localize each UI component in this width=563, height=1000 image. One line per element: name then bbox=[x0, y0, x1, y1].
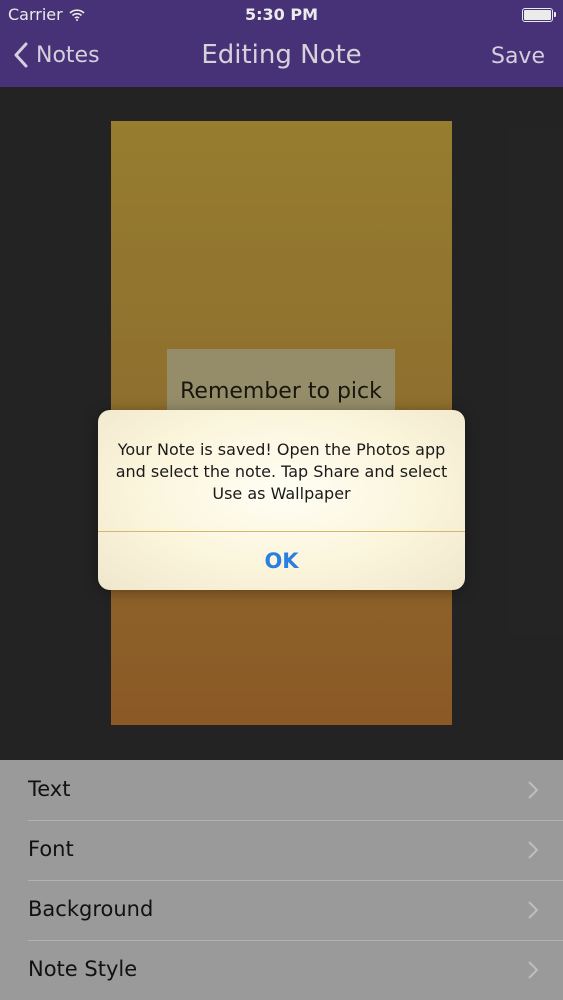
save-alert-dialog: Your Note is saved! Open the Photos app … bbox=[98, 410, 465, 590]
status-time: 5:30 PM bbox=[244, 5, 318, 24]
note-text: Remember to pick bbox=[180, 379, 382, 404]
chevron-right-icon bbox=[528, 901, 539, 919]
chevron-right-icon bbox=[528, 961, 539, 979]
save-button[interactable]: Save bbox=[491, 44, 545, 69]
ok-button[interactable]: OK bbox=[98, 532, 465, 590]
settings-row-label: Note Style bbox=[28, 957, 138, 981]
settings-row-background[interactable]: Background bbox=[0, 880, 563, 940]
note-text-box: Remember to pick bbox=[167, 349, 395, 411]
settings-row-label: Font bbox=[28, 837, 74, 861]
settings-row-text[interactable]: Text bbox=[0, 760, 563, 820]
navigation-bar: Notes Editing Note Save bbox=[0, 30, 563, 87]
chevron-right-icon bbox=[528, 841, 539, 859]
settings-row-label: Text bbox=[28, 777, 71, 801]
status-bar: Carrier 5:30 PM bbox=[0, 0, 563, 30]
settings-row-font[interactable]: Font bbox=[0, 820, 563, 880]
battery-icon bbox=[522, 8, 556, 22]
settings-list: Text Font Background Note Style bbox=[0, 760, 563, 1000]
alert-message: Your Note is saved! Open the Photos app … bbox=[115, 440, 448, 503]
chevron-right-icon bbox=[528, 781, 539, 799]
settings-row-note-style[interactable]: Note Style bbox=[0, 940, 563, 1000]
page-title: Editing Note bbox=[201, 40, 362, 70]
settings-row-label: Background bbox=[28, 897, 154, 921]
